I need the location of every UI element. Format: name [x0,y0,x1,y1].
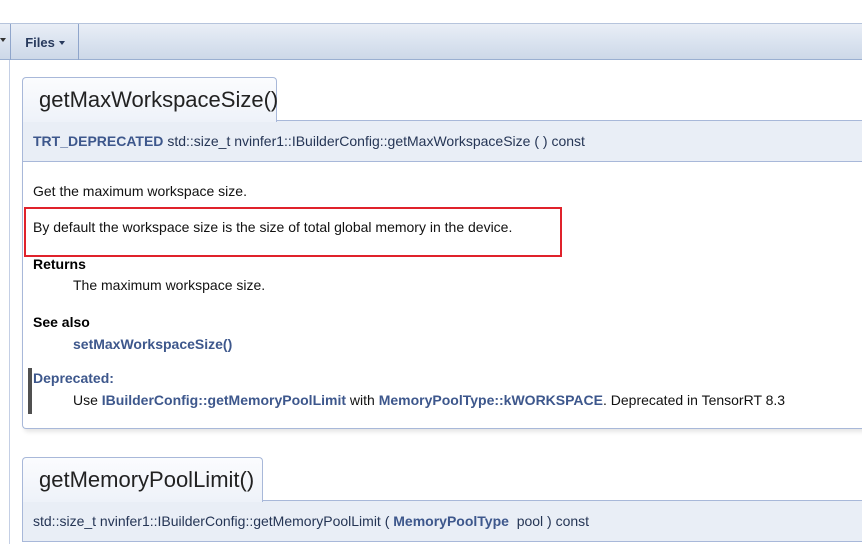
chevron-down-icon [58,40,65,45]
diamond-icon [30,97,36,103]
tab-divider [78,24,79,60]
deprecated-suffix: . Deprecated in TensorRT 8.3 [602,392,786,408]
tab-files-label: Files [25,34,55,50]
brief-description: Get the maximum workspace size. [33,183,247,199]
tab-divider [10,24,11,60]
deprecated-macro-link[interactable]: TRT_DEPRECATED [33,133,163,149]
member-title-text: getMaxWorkspaceSize() [39,87,279,112]
prototype-suffix: pool ) const [508,513,590,529]
deprecated-prefix: Use [73,392,102,408]
deprecated-body: Use IBuilderConfig::getMemoryPoolLimit w… [73,392,785,408]
see-also-heading: See also [33,314,90,330]
member-prototype: TRT_DEPRECATED std::size_t nvinfer1::IBu… [22,120,862,162]
returns-text: The maximum workspace size. [73,277,266,293]
tab-files[interactable]: Files [12,24,78,60]
chevron-down-icon[interactable] [0,38,6,42]
member-title-getMemoryPoolLimit: getMemoryPoolLimit() [22,457,263,502]
member-title-text: getMemoryPoolLimit() [39,467,255,492]
see-also-link[interactable]: setMaxWorkspaceSize() [73,336,232,352]
prototype-prefix: std::size_t nvinfer1::IBuilderConfig::ge… [33,513,390,529]
left-panel-edge [0,60,10,544]
deprecated-mid: with [346,392,379,408]
deprecated-bar [28,368,32,414]
top-whitespace [0,0,862,23]
member-title-getMaxWorkspaceSize: getMaxWorkspaceSize() [22,77,279,122]
returns-heading: Returns [33,256,86,272]
prototype-text: std::size_t nvinfer1::IBuilderConfig::ge… [167,133,585,149]
member-doc: Get the maximum workspace size. By defau… [22,161,862,429]
deprecated-heading-link[interactable]: Deprecated: [33,370,114,386]
memorypooltype-link[interactable]: MemoryPoolType [393,513,509,529]
getMemoryPoolLimit-link[interactable]: IBuilderConfig::getMemoryPoolLimit [102,392,346,408]
member-prototype: std::size_t nvinfer1::IBuilderConfig::ge… [22,500,862,542]
diamond-icon [30,477,36,483]
kWORKSPACE-link[interactable]: MemoryPoolType::kWORKSPACE [379,392,603,408]
highlight-box [24,207,562,257]
nav-tab-bar: Files [0,23,862,60]
